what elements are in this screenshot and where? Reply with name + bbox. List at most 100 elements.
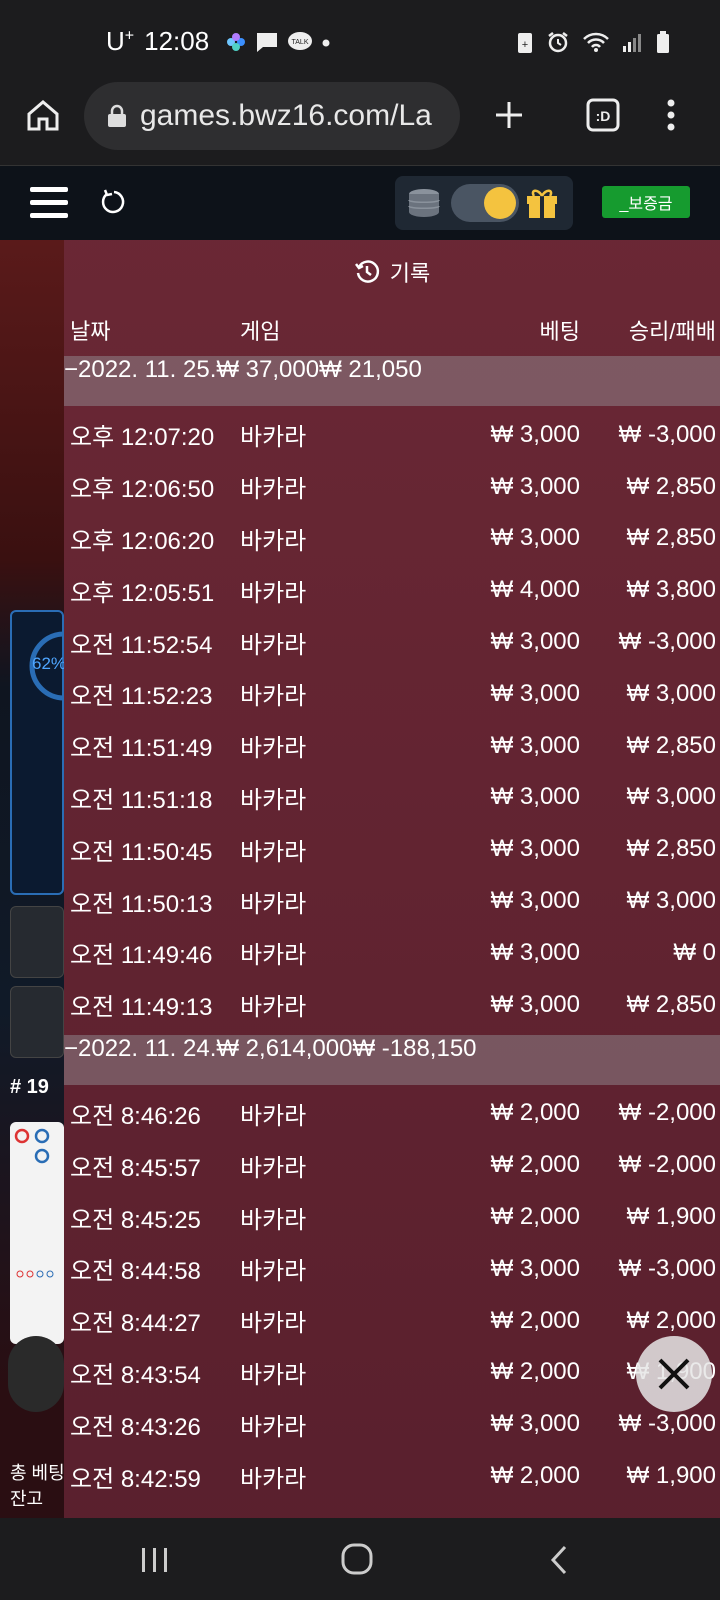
row-time: 오전 11:49:13 — [70, 994, 213, 1022]
back-icon — [550, 1545, 567, 1575]
back-button[interactable] — [534, 1538, 584, 1582]
row-result: ₩ -2,000 — [618, 1099, 716, 1127]
battery-saver-icon: + — [518, 33, 532, 53]
bonus-badge[interactable]: _보증금 — [602, 186, 690, 218]
history-row[interactable]: 오전 8:45:57 바카라 ₩ 2,000 ₩ -2,000 — [64, 1139, 720, 1191]
home-button[interactable] — [18, 90, 68, 140]
date-group-row[interactable]: −2022. 11. 24.₩ 2,614,000₩ -188,150 — [64, 1034, 720, 1085]
row-bet: ₩ 2,000 — [490, 1462, 580, 1490]
row-result: ₩ 2,850 — [626, 472, 716, 500]
new-tab-button[interactable] — [484, 90, 534, 140]
row-bet: ₩ 3,000 — [490, 887, 580, 915]
group-total-result: ₩ 21,050 — [319, 356, 422, 383]
status-right: + — [516, 30, 670, 54]
column-result: 승리/패배 — [628, 319, 716, 344]
history-row[interactable]: 오전 11:52:54 바카라 ₩ 3,000 ₩ -3,000 — [64, 616, 720, 668]
toggle-knob — [484, 187, 516, 219]
history-row[interactable]: 오후 12:06:50 바카라 ₩ 3,000 ₩ 2,850 — [64, 461, 720, 513]
row-time: 오후 12:07:20 — [70, 424, 215, 452]
date-group-row[interactable]: −2022. 11. 25.₩ 37,000₩ 21,050 — [64, 356, 720, 406]
row-result: ₩ 3,800 — [626, 576, 716, 604]
row-game: 바카라 — [240, 838, 307, 866]
row-game: 바카라 — [240, 1465, 307, 1493]
hamburger-icon — [30, 187, 68, 218]
hamburger-button[interactable] — [26, 180, 72, 226]
close-button[interactable] — [636, 1336, 712, 1412]
dot-icon — [322, 39, 330, 46]
row-game: 바카라 — [240, 994, 307, 1022]
gift-icon[interactable] — [525, 184, 559, 220]
menu-button[interactable] — [646, 90, 696, 140]
home-nav-button[interactable] — [332, 1536, 382, 1582]
history-row[interactable]: 오전 11:51:49 바카라 ₩ 3,000 ₩ 2,850 — [64, 720, 720, 772]
system-nav-bar — [0, 1518, 720, 1600]
row-result: ₩ 2,850 — [626, 524, 716, 552]
status-left: U+ 12:08 TALK — [106, 26, 331, 57]
row-bet: ₩ 2,000 — [490, 1306, 580, 1334]
history-row[interactable]: 오전 11:51:18 바카라 ₩ 3,000 ₩ 3,000 — [64, 772, 720, 824]
total-bet-label: 총 베팅 — [10, 1463, 65, 1483]
reload-icon — [101, 189, 125, 214]
tabs-icon: :D — [586, 98, 620, 132]
status-bar: U+ 12:08 TALK + — [0, 0, 720, 80]
history-row[interactable]: 오전 8:44:27 바카라 ₩ 2,000 ₩ 2,000 — [64, 1295, 720, 1347]
history-row[interactable]: 오전 8:43:54바카라₩ 2,000₩ 1,900 — [64, 1347, 720, 1399]
row-bet: ₩ 3,000 — [490, 472, 580, 500]
row-game: 바카라 — [240, 579, 307, 607]
row-time: 오후 12:06:50 — [70, 476, 215, 504]
group-total-result: ₩ -188,150 — [352, 1034, 477, 1062]
group-total-bet: ₩ 37,000 — [216, 356, 320, 383]
row-time: 오전 8:43:26 — [70, 1413, 201, 1441]
tabs-button[interactable]: :D — [578, 90, 628, 140]
wifi-icon — [583, 32, 609, 52]
game-header: _보증금 — [0, 166, 720, 240]
row-time: 오후 12:05:51 — [70, 579, 215, 607]
history-icon — [354, 260, 379, 283]
history-row[interactable]: 오전 8:46:26 바카라 ₩ 2,000 ₩ -2,000 — [64, 1088, 720, 1140]
bg-button-2[interactable] — [10, 986, 64, 1058]
row-bet: ₩ 2,000 — [490, 1203, 580, 1231]
row-result: ₩ 2,850 — [626, 835, 716, 863]
row-time: 오전 11:51:49 — [70, 735, 213, 763]
currency-toggle[interactable] — [451, 184, 519, 222]
battery-icon — [657, 31, 669, 53]
bg-scoreboard — [10, 1122, 64, 1344]
history-row[interactable]: 오전 11:50:45 바카라 ₩ 3,000 ₩ 2,850 — [64, 823, 720, 875]
recents-button[interactable] — [130, 1538, 180, 1582]
lock-icon — [108, 104, 126, 127]
bead-road-icon — [14, 1128, 54, 1278]
history-row[interactable]: 오전 11:49:13 바카라 ₩ 3,000 ₩ 2,850 — [64, 979, 720, 1031]
history-row[interactable]: 오전 11:50:13 바카라 ₩ 3,000 ₩ 3,000 — [64, 875, 720, 927]
history-row[interactable]: 오전 8:42:59 바카라 ₩ 2,000 ₩ 1,900 — [64, 1450, 720, 1502]
row-game: 바카라 — [240, 1310, 307, 1338]
history-row[interactable]: 오전 11:49:46 바카라 ₩ 3,000 ₩ 0 — [64, 927, 720, 979]
history-row[interactable]: 오전 8:44:58 바카라 ₩ 3,000 ₩ -3,000 — [64, 1243, 720, 1295]
row-bet: ₩ 3,000 — [490, 731, 580, 759]
svg-text:+: + — [522, 39, 528, 51]
row-bet: ₩ 3,000 — [490, 938, 580, 966]
history-row[interactable]: 오후 12:07:20 바카라 ₩ 3,000 ₩ -3,000 — [64, 409, 720, 461]
group-date: −2022. 11. 25. — [64, 356, 217, 383]
history-column-headers: 날짜 게임 베팅 승리/패배 — [64, 304, 720, 356]
history-row[interactable]: 오후 12:05:51 바카라 ₩ 4,000 ₩ 3,800 — [64, 564, 720, 616]
row-bet: ₩ 2,000 — [490, 1358, 580, 1386]
more-vert-icon — [667, 99, 675, 131]
notification-icons: TALK — [225, 31, 331, 53]
history-row[interactable]: 오전 8:45:25 바카라 ₩ 2,000 ₩ 1,900 — [64, 1191, 720, 1243]
row-bet: ₩ 2,000 — [490, 1099, 580, 1127]
reload-button[interactable] — [94, 182, 134, 222]
row-result: ₩ -2,000 — [618, 1151, 716, 1179]
history-row[interactable]: 오전 8:43:26 바카라 ₩ 3,000 ₩ -3,000 — [64, 1398, 720, 1450]
bg-chip-button[interactable] — [8, 1336, 64, 1412]
history-row[interactable]: 오전 11:52:23 바카라 ₩ 3,000 ₩ 3,000 — [64, 668, 720, 720]
row-game: 바카라 — [240, 683, 307, 711]
row-result: ₩ -3,000 — [618, 1254, 716, 1282]
row-time: 오전 11:52:54 — [70, 631, 213, 659]
url-text: games.bwz16.com/La — [140, 99, 432, 132]
row-game: 바카라 — [240, 890, 307, 918]
history-row[interactable]: 오후 12:06:20 바카라 ₩ 3,000 ₩ 2,850 — [64, 513, 720, 565]
address-bar[interactable]: games.bwz16.com/La — [84, 82, 460, 150]
bg-button-1[interactable] — [10, 906, 64, 978]
row-time: 오후 12:06:20 — [70, 527, 215, 555]
home-circle-icon — [341, 1543, 373, 1575]
